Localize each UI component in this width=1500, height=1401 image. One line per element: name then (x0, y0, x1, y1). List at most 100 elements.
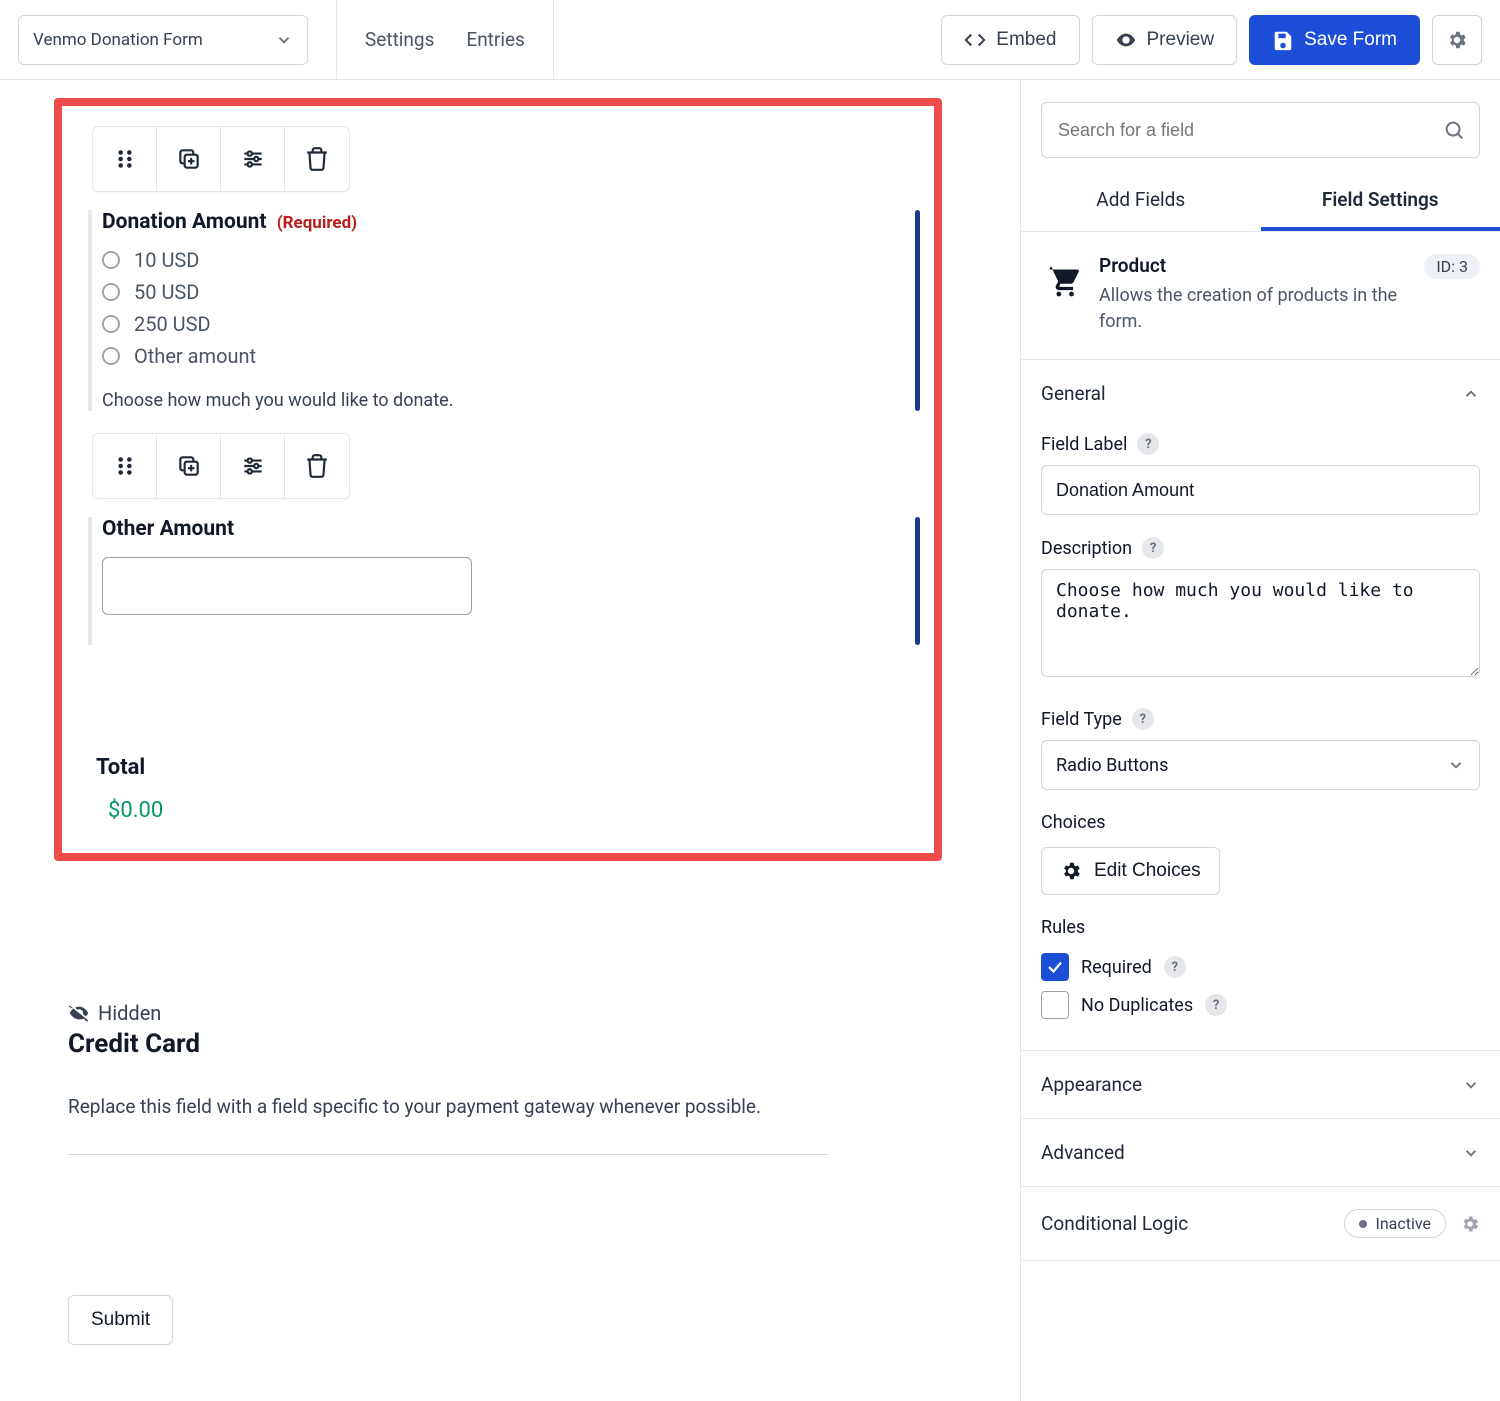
radio-icon (102, 347, 120, 365)
help-icon[interactable]: ? (1132, 708, 1154, 730)
hidden-icon (68, 1002, 90, 1024)
conditional-status-label: Inactive (1375, 1214, 1431, 1233)
field-quick-actions (92, 126, 350, 192)
no-duplicates-label: No Duplicates (1081, 995, 1193, 1016)
chevron-down-icon (1447, 756, 1465, 774)
nav-entries[interactable]: Entries (466, 28, 524, 51)
description-label: Description (1041, 538, 1132, 559)
total-value: $0.00 (108, 798, 914, 823)
save-form-button[interactable]: Save Form (1249, 15, 1420, 65)
credit-card-field[interactable]: Hidden Credit Card Replace this field wi… (68, 1001, 828, 1155)
section-title: Conditional Logic (1041, 1212, 1188, 1235)
edit-choices-label: Edit Choices (1094, 860, 1201, 882)
help-icon[interactable]: ? (1142, 537, 1164, 559)
field-label-label: Field Label (1041, 434, 1127, 455)
submit-button[interactable]: Submit (68, 1295, 173, 1345)
form-switcher-label: Venmo Donation Form (33, 30, 203, 50)
preview-label: Preview (1147, 29, 1215, 51)
section-appearance: Appearance (1021, 1051, 1500, 1119)
preview-button[interactable]: Preview (1092, 15, 1238, 65)
section-general-header[interactable]: General (1021, 360, 1500, 427)
no-duplicates-checkbox[interactable] (1041, 991, 1069, 1019)
section-appearance-header[interactable]: Appearance (1021, 1051, 1500, 1118)
topbar: Venmo Donation Form Settings Entries Emb… (0, 0, 1500, 80)
choices-label: Choices (1041, 812, 1480, 833)
credit-card-note: Replace this field with a field specific… (68, 1095, 828, 1118)
section-title: General (1041, 382, 1106, 405)
field-quick-actions (92, 433, 350, 499)
rules-label: Rules (1041, 917, 1480, 938)
section-title: Appearance (1041, 1073, 1142, 1096)
help-icon[interactable]: ? (1137, 433, 1159, 455)
nav-settings[interactable]: Settings (365, 28, 434, 51)
duplicate-button[interactable] (157, 434, 221, 498)
field-type-desc: Allows the creation of products in the f… (1099, 283, 1406, 335)
field-settings-sidebar: Add Fields Field Settings Product Allows… (1020, 80, 1500, 1401)
section-conditional-logic[interactable]: Conditional Logic Inactive (1021, 1187, 1500, 1261)
other-amount-input[interactable] (102, 557, 472, 615)
embed-label: Embed (996, 29, 1056, 51)
radio-option[interactable]: 10 USD (102, 244, 896, 276)
selection-indicator (915, 210, 920, 411)
sidebar-tabs: Add Fields Field Settings (1021, 168, 1500, 232)
duplicate-button[interactable] (157, 127, 221, 191)
delete-button[interactable] (285, 434, 349, 498)
cart-icon (1043, 260, 1081, 298)
help-icon[interactable]: ? (1205, 994, 1227, 1016)
section-advanced-header[interactable]: Advanced (1021, 1119, 1500, 1186)
chevron-up-icon (1462, 385, 1480, 403)
divider (336, 0, 337, 80)
tab-add-fields[interactable]: Add Fields (1021, 168, 1261, 231)
chevron-down-icon (275, 31, 293, 49)
gear-icon (1060, 860, 1082, 882)
embed-button[interactable]: Embed (941, 15, 1079, 65)
settings-button[interactable] (221, 127, 285, 191)
save-icon (1272, 29, 1294, 51)
donation-amount-field[interactable]: Donation Amount (Required) 10 USD 50 USD… (88, 210, 908, 411)
radio-label: 50 USD (134, 280, 199, 304)
eye-icon (1115, 29, 1137, 51)
drag-handle[interactable] (93, 127, 157, 191)
radio-option[interactable]: 50 USD (102, 276, 896, 308)
conditional-status-pill: Inactive (1344, 1209, 1446, 1238)
radio-label: 10 USD (134, 248, 199, 272)
field-id-badge: ID: 3 (1424, 254, 1480, 279)
search-input[interactable] (1056, 119, 1443, 142)
credit-card-title: Credit Card (68, 1029, 828, 1059)
tab-field-settings[interactable]: Field Settings (1261, 168, 1500, 231)
radio-option[interactable]: 250 USD (102, 308, 896, 340)
settings-button[interactable] (221, 434, 285, 498)
drag-handle[interactable] (93, 434, 157, 498)
selected-fields-group: Donation Amount (Required) 10 USD 50 USD… (54, 98, 942, 861)
form-switcher[interactable]: Venmo Donation Form (18, 15, 308, 65)
total-field[interactable]: Total $0.00 (96, 755, 914, 823)
field-label: Other Amount (102, 517, 896, 541)
edit-choices-button[interactable]: Edit Choices (1041, 847, 1220, 895)
radio-group: 10 USD 50 USD 250 USD Other amount (102, 244, 896, 372)
delete-button[interactable] (285, 127, 349, 191)
total-label: Total (96, 755, 914, 780)
gear-icon[interactable] (1460, 1214, 1480, 1234)
radio-label: 250 USD (134, 312, 211, 336)
form-settings-gear-button[interactable] (1432, 15, 1482, 65)
field-search[interactable] (1041, 102, 1480, 158)
field-type-select[interactable]: Radio Buttons (1041, 740, 1480, 790)
other-amount-field[interactable]: Other Amount (88, 517, 908, 645)
radio-icon (102, 283, 120, 301)
description-input[interactable] (1041, 569, 1480, 677)
field-type-value: Radio Buttons (1056, 755, 1168, 776)
section-title: Advanced (1041, 1141, 1125, 1164)
radio-option[interactable]: Other amount (102, 340, 896, 372)
field-label-input[interactable] (1041, 465, 1480, 515)
field-label: Donation Amount (102, 210, 266, 234)
status-dot-icon (1359, 1220, 1367, 1228)
search-icon (1443, 119, 1465, 141)
chevron-down-icon (1462, 1076, 1480, 1094)
field-type-label: Field Type (1041, 709, 1122, 730)
code-icon (964, 29, 986, 51)
required-label: Required (1081, 957, 1152, 978)
section-general: General Field Label? Description? Field … (1021, 360, 1500, 1051)
divider (553, 0, 554, 80)
required-checkbox[interactable] (1041, 953, 1069, 981)
help-icon[interactable]: ? (1164, 956, 1186, 978)
